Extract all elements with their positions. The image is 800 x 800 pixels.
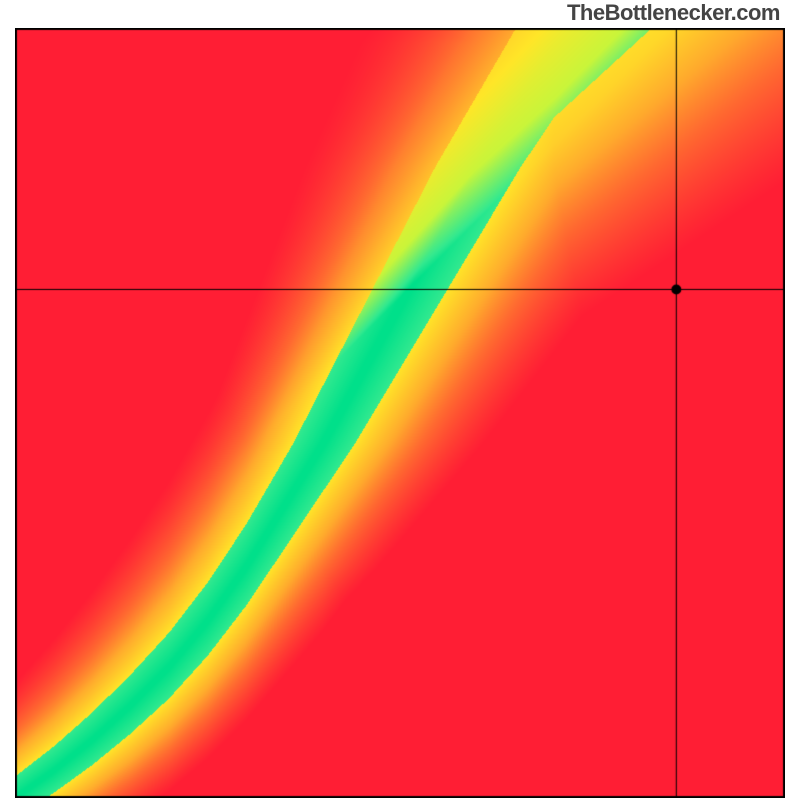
- heatmap-canvas: [15, 28, 785, 798]
- page-title: TheBottlenecker.com: [567, 0, 780, 26]
- bottleneck-heatmap-chart: [15, 28, 785, 798]
